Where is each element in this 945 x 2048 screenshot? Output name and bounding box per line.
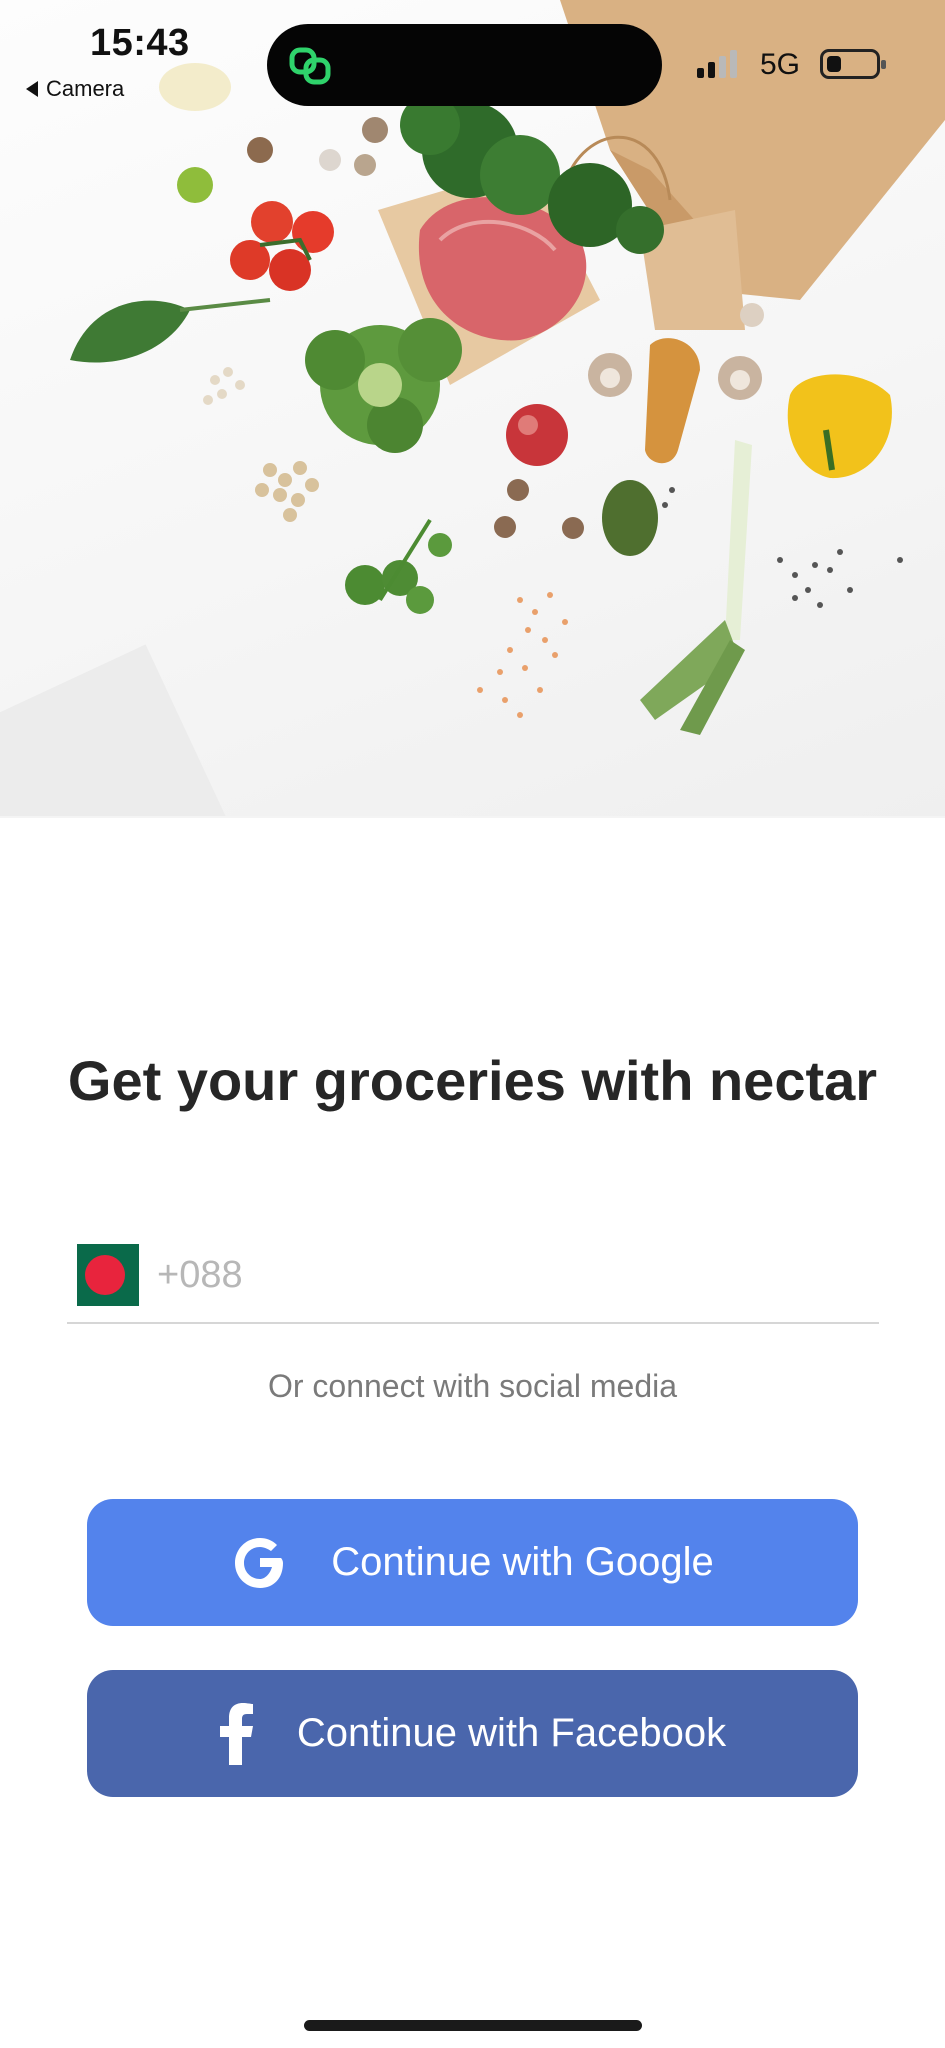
status-time: 15:43 (90, 22, 190, 64)
cellular-signal-icon (697, 50, 737, 78)
google-button-label: Continue with Google (331, 1540, 714, 1584)
continue-with-facebook-button[interactable]: Continue with Facebook (87, 1670, 858, 1797)
baguette (645, 338, 700, 464)
hazelnut (562, 517, 584, 539)
black-seeds (662, 487, 903, 608)
lime (177, 167, 213, 203)
tomatoes (230, 201, 334, 291)
phone-field[interactable] (67, 1238, 879, 1324)
home-indicator[interactable] (304, 2020, 642, 2031)
yellow-pepper (787, 374, 892, 479)
page-title: Get your groceries with nectar (67, 1049, 878, 1112)
chickpeas (255, 461, 319, 522)
quail-egg (362, 117, 388, 143)
hero-bottom-edge (0, 816, 945, 818)
back-to-camera[interactable]: Camera (26, 76, 124, 102)
bangladesh-flag-icon[interactable] (77, 1244, 139, 1306)
quail-egg (354, 154, 376, 176)
avocado (602, 480, 658, 556)
hero-groceries-image (0, 0, 945, 818)
spinach-leaf (70, 298, 271, 363)
lemon (159, 63, 231, 111)
leek (640, 440, 752, 735)
facebook-button-label: Continue with Facebook (296, 1711, 727, 1755)
link-rings-icon (289, 47, 331, 85)
network-type: 5G (760, 48, 801, 81)
phone-number-input[interactable] (157, 1246, 857, 1304)
hazelnut (494, 516, 516, 538)
facebook-icon (219, 1702, 253, 1765)
phone-field-underline (67, 1322, 879, 1324)
google-icon (235, 1537, 284, 1588)
continue-with-google-button[interactable]: Continue with Google (87, 1499, 858, 1626)
broccoli (305, 318, 462, 453)
back-arrow-icon (26, 81, 38, 97)
social-caption: Or connect with social media (267, 1368, 678, 1404)
quail-egg (319, 149, 341, 171)
beans (203, 367, 245, 405)
back-label: Camera (46, 76, 125, 101)
hazelnut (507, 479, 529, 501)
apple (506, 404, 568, 466)
battery-icon (820, 49, 886, 79)
lentils (477, 592, 568, 718)
walnut (247, 137, 273, 163)
parsley-sprig (345, 518, 452, 614)
